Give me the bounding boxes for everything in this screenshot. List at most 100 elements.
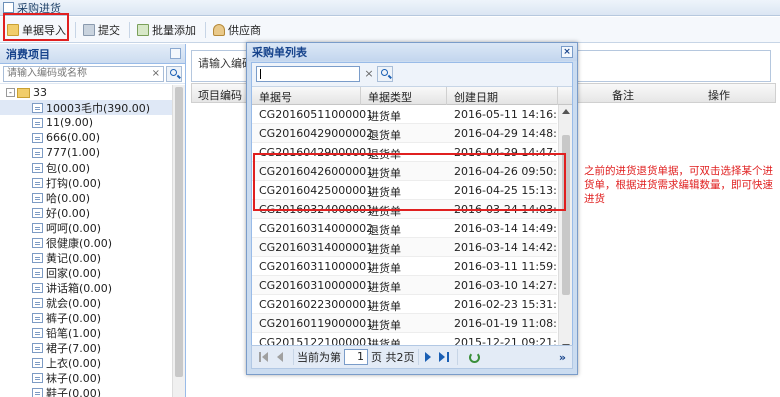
cell-type: 进货单 (368, 262, 401, 275)
dialog-search: × (252, 63, 572, 87)
tree-item-label: 666(0.00) (46, 131, 101, 144)
highlight-box (253, 153, 566, 211)
dialog-title: 采购单列表 (252, 46, 307, 59)
item-search-input[interactable]: 请输入编码或名称 × (3, 65, 164, 82)
tree-item[interactable]: 铅笔(1.00) (0, 325, 172, 340)
tree-item[interactable]: 10003毛巾(390.00) (0, 100, 172, 115)
panel-header: 消费项目 (0, 44, 185, 64)
tree-item[interactable]: 裙子(7.00) (0, 340, 172, 355)
close-icon[interactable]: × (561, 46, 573, 58)
table-row[interactable]: CG20160429000002退货单 2016-04-29 14:48:16 (252, 124, 557, 143)
tree-root[interactable]: - 33 (0, 85, 172, 100)
table-row[interactable]: CG20160314000002退货单 2016-03-14 14:49:27 (252, 219, 557, 238)
tree-item[interactable]: 讲话箱(0.00) (0, 280, 172, 295)
first-page-icon[interactable] (258, 351, 270, 363)
pager-suffix: 页 共2页 (371, 351, 415, 364)
tree-item[interactable]: 666(0.00) (0, 130, 172, 145)
window-titlebar: 采购进货 (0, 0, 780, 16)
item-icon (32, 132, 43, 143)
item-icon (32, 312, 43, 323)
collapse-toggle-icon[interactable]: - (6, 88, 15, 97)
tree-item[interactable]: 黄记(0.00) (0, 250, 172, 265)
tree-item[interactable]: 就会(0.00) (0, 295, 172, 310)
column-action: 操作 (708, 89, 730, 102)
column-type[interactable]: 单据类型 (368, 89, 412, 105)
grid-scrollbar[interactable] (558, 105, 572, 353)
cell-type: 进货单 (368, 281, 401, 294)
search-button[interactable] (377, 66, 393, 82)
table-row[interactable]: CG20160511000001进货单 2016-05-11 14:16:07 (252, 105, 557, 124)
collapse-icon[interactable] (170, 48, 181, 59)
column-date[interactable]: 创建日期 (454, 89, 498, 105)
column-no[interactable]: 单据号 (259, 89, 292, 105)
cell-type: 进货单 (368, 319, 401, 332)
tree-item[interactable]: 裤子(0.00) (0, 310, 172, 325)
annotation-note: 之前的进货退货单据，可双击选择某个进货单，根据进货需求编辑数量，即可快速进货 (584, 165, 773, 205)
table-row[interactable]: CG20160223000001进货单 2016-02-23 15:31:03 (252, 295, 557, 314)
cell-date: 2016-05-11 14:16:07 (454, 108, 557, 121)
tree-item[interactable]: 鞋子(0.00) (0, 385, 172, 397)
last-page-icon[interactable] (438, 351, 450, 363)
tree-scrollbar[interactable] (172, 85, 185, 397)
tree-item[interactable]: 777(1.00) (0, 145, 172, 160)
clear-icon[interactable]: × (362, 66, 376, 82)
tree-item[interactable]: 上衣(0.00) (0, 355, 172, 370)
refresh-icon[interactable] (468, 351, 480, 363)
prev-page-icon[interactable] (274, 351, 286, 363)
user-icon (213, 23, 225, 36)
cell-no: CG20160223000001 (259, 298, 374, 311)
item-icon (32, 147, 43, 158)
clear-icon[interactable]: × (152, 67, 160, 81)
page-input[interactable]: 1 (344, 349, 368, 365)
item-icon (32, 117, 43, 128)
batch-add-button[interactable]: 批量添加 (133, 19, 200, 41)
dialog-search-input[interactable] (256, 66, 360, 82)
search-icon (381, 69, 388, 76)
supplier-button[interactable]: 供应商 (209, 19, 265, 41)
tree-item[interactable]: 很健康(0.00) (0, 235, 172, 250)
tree-item-label: 鞋子(0.00) (46, 386, 102, 397)
tree-item[interactable]: 11(9.00) (0, 115, 172, 130)
tree-item[interactable]: 袜子(0.00) (0, 370, 172, 385)
search-button[interactable] (166, 65, 182, 82)
app-icon (3, 2, 14, 13)
cell-no: CG20160311000001 (259, 260, 374, 273)
item-icon (32, 222, 43, 233)
cell-no: CG20160310000001 (259, 279, 374, 292)
cell-date: 2016-03-11 11:59:18 (454, 260, 557, 273)
table-row[interactable]: CG20160310000001进货单 2016-03-10 14:27:05 (252, 276, 557, 295)
tree-item[interactable]: 包(0.00) (0, 160, 172, 175)
tree-item[interactable]: 哈(0.00) (0, 190, 172, 205)
tree-item[interactable]: 好(0.00) (0, 205, 172, 220)
table-row[interactable]: CG20160119000001进货单 2016-01-19 11:08:41 (252, 314, 557, 333)
item-icon (32, 372, 43, 383)
tree-item-label: 很健康(0.00) (46, 236, 113, 250)
toolbar-separator (205, 21, 206, 38)
table-row[interactable]: CG20160311000001进货单 2016-03-11 11:59:18 (252, 257, 557, 276)
more-icon[interactable]: » (559, 351, 566, 364)
item-icon (32, 102, 43, 113)
toolbar-separator (75, 21, 76, 38)
tree-item[interactable]: 回家(0.00) (0, 265, 172, 280)
cell-no: CG20160314000001 (259, 241, 374, 254)
cell-date: 2016-04-29 14:48:16 (454, 127, 557, 140)
tree-item-label: 黄记(0.00) (46, 251, 102, 265)
tree-item-label: 哈(0.00) (46, 191, 91, 205)
tree-item[interactable]: 打钩(0.00) (0, 175, 172, 190)
tree-item[interactable]: 呵呵(0.00) (0, 220, 172, 235)
cell-type: 退货单 (368, 129, 401, 142)
tree-item-label: 袜子(0.00) (46, 371, 102, 385)
dialog-header: 采购单列表 × (247, 43, 577, 61)
submit-button[interactable]: 提交 (79, 19, 124, 41)
item-icon (32, 342, 43, 353)
item-icon (32, 297, 43, 308)
next-page-icon[interactable] (422, 351, 434, 363)
item-icon (32, 162, 43, 173)
tree-item-label: 裙子(7.00) (46, 341, 102, 355)
table-row[interactable]: CG20160314000001进货单 2016-03-14 14:42:13 (252, 238, 557, 257)
import-highlight-box (3, 13, 69, 41)
tree-item-label: 11(9.00) (46, 116, 94, 129)
tree-item-label: 回家(0.00) (46, 266, 102, 280)
cell-no: CG20160119000001 (259, 317, 374, 330)
cell-type: 进货单 (368, 300, 401, 313)
